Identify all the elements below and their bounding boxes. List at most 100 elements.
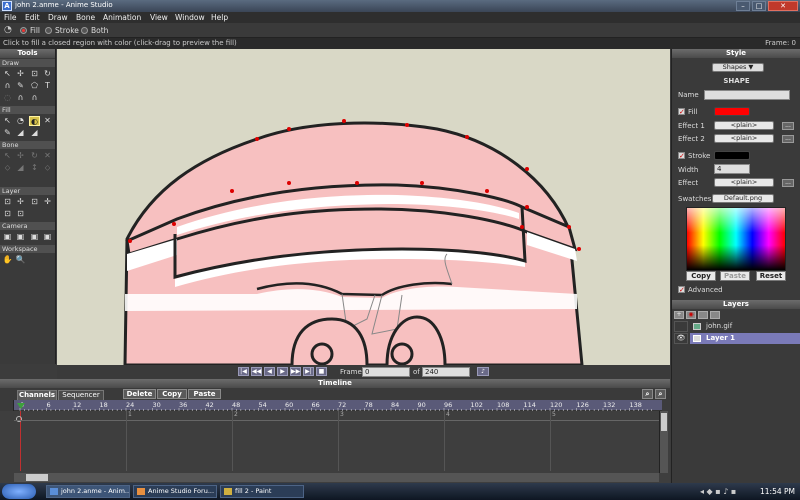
current-frame-field[interactable]: 0 [362, 367, 410, 377]
menu-animation[interactable]: Animation [103, 12, 141, 23]
create-shape-tool[interactable]: ◔ [15, 116, 26, 126]
translate-bone-tool[interactable]: ✢ [15, 151, 26, 161]
timeline-horizontal-scrollbar[interactable] [14, 473, 659, 482]
noise-tool[interactable]: ∩ [29, 93, 40, 103]
zoom-magnifier-tool[interactable]: 🔍 [15, 255, 26, 265]
effect2-dropdown[interactable]: <plain> [714, 134, 774, 143]
task-browser[interactable]: Anime Studio Foru... [133, 485, 217, 498]
draw-shape-tool[interactable]: ⬠ [29, 81, 40, 91]
camera-zoom-tool[interactable]: ▣ [15, 232, 26, 242]
reparent-bone-tool[interactable]: ⬦ [2, 163, 13, 173]
hide-edge-tool[interactable]: ◢ [15, 128, 26, 138]
rotate-points-tool[interactable]: ↻ [42, 69, 53, 79]
task-anime-studio[interactable]: john 2.anme - Anim... [46, 485, 130, 498]
manipulate-bones-tool[interactable]: ↕ [29, 163, 40, 173]
magnet-tool[interactable]: ◌ [2, 93, 13, 103]
swatch-copy-button[interactable]: Copy [686, 271, 716, 281]
paint-bucket-tool[interactable]: ◐ [29, 116, 40, 126]
timeline-track-area[interactable]: 12345 [0, 403, 670, 483]
offset-bone-tool[interactable]: ⬦ [42, 163, 53, 173]
task-paint[interactable]: fill 2 - Paint [220, 485, 304, 498]
timeline-zoom-out-icon[interactable]: ⌕ [655, 389, 666, 399]
camera-pan-tool[interactable]: ▣ [2, 232, 13, 242]
both-radio[interactable] [81, 27, 88, 34]
duplicate-layer-icon[interactable]: ◉ [686, 311, 696, 319]
shear-layer-tool[interactable]: ⊡ [15, 209, 26, 219]
menu-draw[interactable]: Draw [48, 12, 68, 23]
select-points-tool[interactable]: ↖ [2, 69, 13, 79]
stroke-effect-options-button[interactable]: ... [782, 179, 794, 187]
add-point-tool[interactable]: ∩ [2, 81, 13, 91]
tray-icons[interactable]: ◂ ◆ ▪ ♪ ▪ [700, 487, 736, 496]
timeline-zoom-in-icon[interactable]: ⌕ [642, 389, 653, 399]
hand-pan-tool[interactable]: ✋ [2, 255, 13, 265]
playhead-marker-icon[interactable] [17, 403, 25, 409]
play-back-button[interactable]: ◀ [264, 367, 275, 376]
start-button[interactable] [2, 484, 36, 499]
keyframe-icon[interactable] [16, 416, 22, 422]
fill-color-swatch[interactable] [714, 107, 750, 116]
menu-bone[interactable]: Bone [76, 12, 95, 23]
stop-button[interactable]: ■ [316, 367, 327, 376]
close-button[interactable]: ✕ [768, 1, 798, 11]
rewind-button[interactable]: |◀ [238, 367, 249, 376]
layer-visibility-toggle-2[interactable]: 👁 [674, 333, 688, 344]
play-button[interactable]: ▶ [277, 367, 288, 376]
step-forward-button[interactable]: ▶▶ [290, 367, 301, 376]
text-tool[interactable]: T [42, 81, 53, 91]
step-back-button[interactable]: ◀◀ [251, 367, 262, 376]
select-bone-tool[interactable]: ↖ [2, 151, 13, 161]
layer-row-john-gif[interactable]: john.gif [690, 321, 800, 332]
shapes-dropdown[interactable]: Shapes ▼ [712, 63, 764, 72]
layer-visibility-toggle-1[interactable] [674, 321, 688, 332]
camera-roll-tool[interactable]: ▣ [29, 232, 40, 242]
total-frames-field[interactable]: 240 [422, 367, 470, 377]
translate-layer-tool[interactable]: ✢ [15, 197, 26, 207]
system-clock[interactable]: 11:54 PM [760, 487, 795, 496]
rotate-bone-tool[interactable]: ↻ [29, 151, 40, 161]
freehand-tool[interactable]: ✎ [15, 81, 26, 91]
delete-keys-button[interactable]: Delete [123, 389, 156, 399]
end-button[interactable]: ▶| [303, 367, 314, 376]
shape-name-field[interactable] [704, 90, 790, 100]
tab-sequencer[interactable]: Sequencer [58, 390, 104, 400]
effect1-dropdown[interactable]: <plain> [714, 121, 774, 130]
stroke-checkbox[interactable]: ✓ [678, 152, 685, 160]
drawing-canvas[interactable] [57, 49, 670, 365]
select-shape-tool[interactable]: ↖ [2, 116, 13, 126]
stroke-effect-dropdown[interactable]: <plain> [714, 178, 774, 187]
layer-row-layer-1[interactable]: Layer 1 [690, 333, 800, 344]
scale-points-tool[interactable]: ⊡ [29, 69, 40, 79]
scale-layer-tool[interactable]: ⊡ [29, 197, 40, 207]
swatch-paste-button[interactable]: Paste [720, 271, 750, 281]
swatches-dropdown[interactable]: Default.png [712, 194, 774, 203]
horizontal-scroll-thumb[interactable] [26, 474, 48, 481]
rotate-layer-z-tool[interactable]: ✛ [42, 197, 53, 207]
stroke-width-field[interactable]: 4 [714, 164, 750, 174]
delete-edge-tool[interactable]: ✕ [42, 116, 53, 126]
effect1-options-button[interactable]: ... [782, 122, 794, 130]
menu-help[interactable]: Help [211, 12, 228, 23]
curvature-tool[interactable]: ∩ [15, 93, 26, 103]
new-layer-icon[interactable]: + [674, 311, 684, 319]
copy-keys-button[interactable]: Copy [157, 389, 187, 399]
camera-tilt-tool[interactable]: ▣ [42, 232, 53, 242]
menu-file[interactable]: File [4, 12, 17, 23]
effect2-options-button[interactable]: ... [782, 135, 794, 143]
menu-edit[interactable]: Edit [25, 12, 40, 23]
timeline-ruler[interactable]: 0 6 12 18 24 30 36 42 48 54 60 66 72 78 84 90 96 102 108 11… [14, 400, 662, 411]
set-origin-tool[interactable]: ⊡ [2, 197, 13, 207]
rotate-layer-xy-tool[interactable]: ⊡ [2, 209, 13, 219]
stroke-exposure-tool[interactable]: ◢ [29, 128, 40, 138]
menu-view[interactable]: View [150, 12, 168, 23]
translate-points-tool[interactable]: ✢ [15, 69, 26, 79]
fill-radio[interactable] [20, 27, 27, 34]
fill-checkbox[interactable]: ✓ [678, 108, 685, 116]
add-bone-tool[interactable]: ✕ [42, 151, 53, 161]
stroke-color-swatch[interactable] [714, 151, 750, 160]
menu-window[interactable]: Window [175, 12, 205, 23]
vertical-scroll-thumb[interactable] [661, 413, 667, 431]
delete-layer-icon[interactable] [698, 311, 708, 319]
color-swatch-picker[interactable] [686, 207, 786, 271]
line-width-tool[interactable]: ✎ [2, 128, 13, 138]
